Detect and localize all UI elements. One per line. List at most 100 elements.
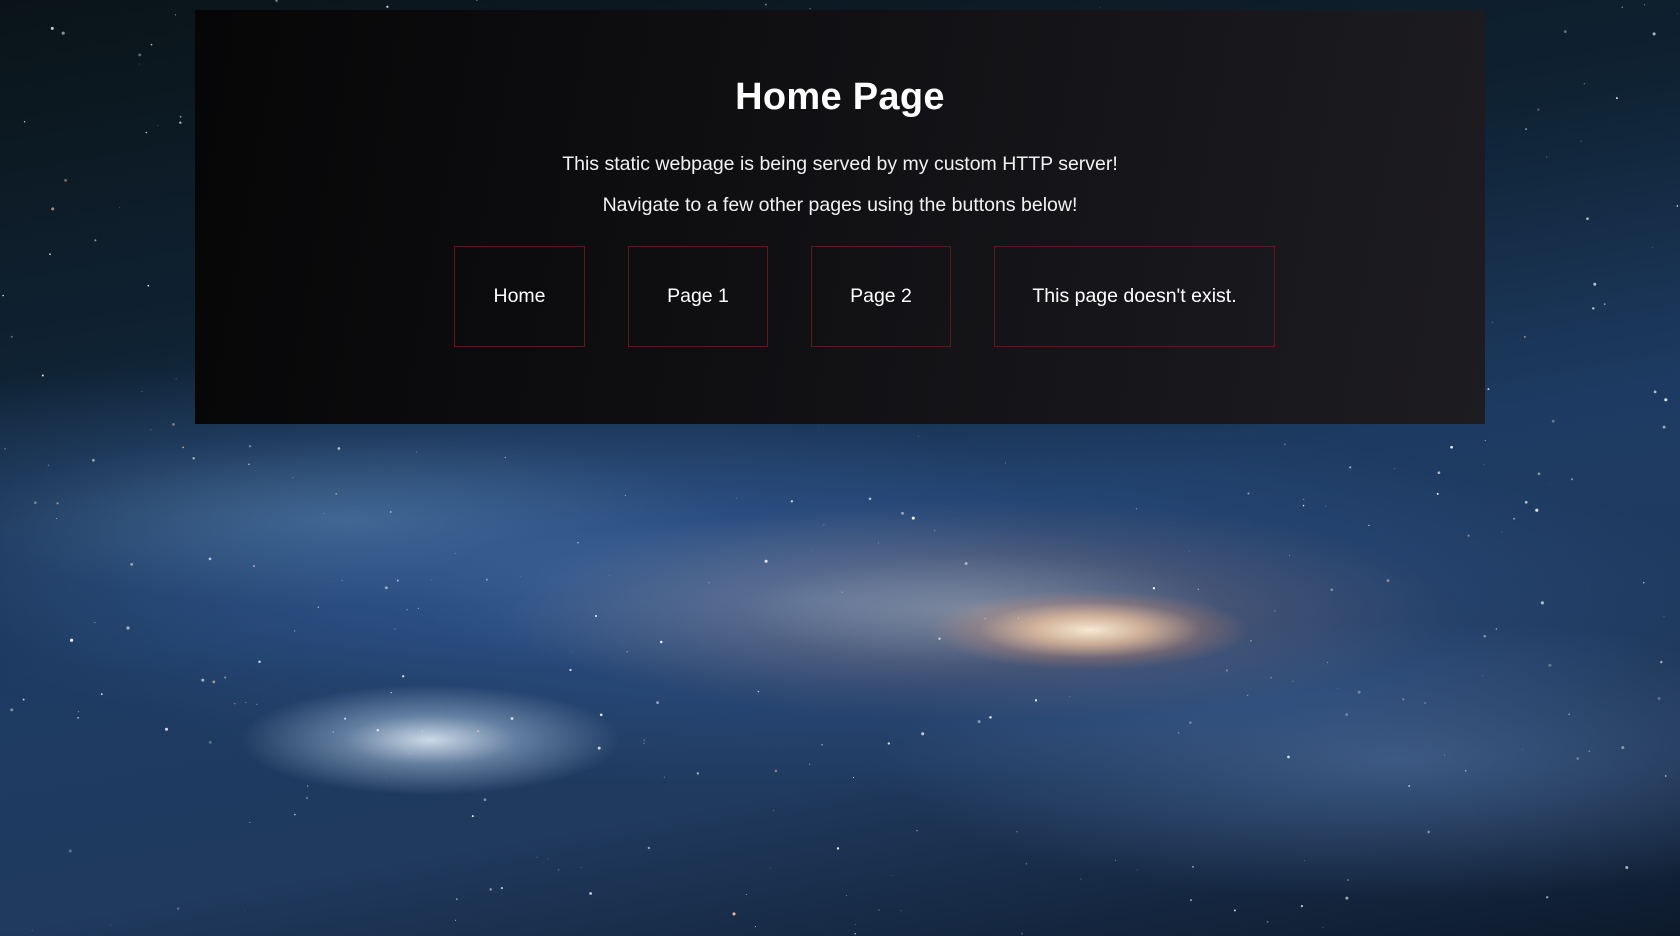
star xyxy=(212,680,216,684)
star xyxy=(248,445,252,448)
star xyxy=(989,716,992,719)
star xyxy=(1652,247,1653,249)
star xyxy=(659,640,663,644)
star xyxy=(1644,4,1646,6)
star xyxy=(475,0,478,1)
star xyxy=(1330,588,1334,592)
star xyxy=(1287,755,1290,759)
star xyxy=(47,464,50,467)
star xyxy=(769,867,771,869)
star xyxy=(182,446,185,449)
star xyxy=(1621,746,1625,750)
star xyxy=(1664,775,1667,777)
star xyxy=(1615,97,1618,100)
home-button[interactable]: Home xyxy=(454,246,585,347)
star xyxy=(454,552,456,554)
star xyxy=(841,591,843,593)
star xyxy=(1587,588,1589,590)
star xyxy=(934,530,936,532)
star xyxy=(1487,388,1490,391)
star xyxy=(307,785,309,787)
star xyxy=(663,776,665,778)
home-button-label: Home xyxy=(493,285,546,307)
star xyxy=(810,549,812,551)
star xyxy=(1580,140,1582,142)
star xyxy=(208,740,212,744)
star xyxy=(175,378,177,380)
star xyxy=(335,493,337,495)
star xyxy=(1583,82,1586,85)
star xyxy=(421,730,423,732)
star xyxy=(341,580,343,582)
page-description: This static webpage is being served by m… xyxy=(562,153,1118,175)
star xyxy=(1197,588,1199,590)
star xyxy=(1189,721,1192,724)
star xyxy=(1345,713,1349,716)
star xyxy=(33,501,37,505)
star xyxy=(557,869,560,871)
star xyxy=(485,578,488,581)
star xyxy=(855,924,857,926)
star xyxy=(1178,732,1180,734)
star xyxy=(1233,909,1236,912)
star xyxy=(1592,307,1595,310)
star xyxy=(1303,499,1305,500)
star xyxy=(409,753,411,755)
star xyxy=(1247,694,1249,696)
star xyxy=(130,563,134,566)
star xyxy=(836,847,840,850)
missing-page-button[interactable]: This page doesn't exist. xyxy=(994,246,1275,347)
star xyxy=(911,516,915,520)
star xyxy=(1325,505,1327,507)
star xyxy=(208,557,212,561)
star xyxy=(1495,628,1498,630)
page-2-button-label: Page 2 xyxy=(850,285,912,307)
star xyxy=(1586,217,1589,221)
star xyxy=(22,698,25,701)
star xyxy=(1302,504,1305,507)
page-1-button[interactable]: Page 1 xyxy=(628,246,768,347)
star xyxy=(809,763,811,765)
star xyxy=(157,124,159,126)
star xyxy=(150,429,152,431)
star xyxy=(94,622,96,624)
star xyxy=(417,607,419,609)
star xyxy=(757,690,760,693)
star xyxy=(977,720,981,724)
star xyxy=(877,542,879,544)
star xyxy=(1603,303,1606,305)
star xyxy=(56,502,59,505)
star xyxy=(64,179,67,182)
star xyxy=(1464,770,1467,772)
star xyxy=(294,813,296,816)
star xyxy=(1653,390,1657,394)
star xyxy=(1099,6,1100,8)
star xyxy=(394,628,396,630)
star xyxy=(489,888,492,891)
star xyxy=(774,769,778,773)
star xyxy=(1080,878,1082,880)
star xyxy=(1437,471,1441,475)
star xyxy=(938,637,941,640)
star xyxy=(1326,661,1329,664)
page-2-button[interactable]: Page 2 xyxy=(811,246,951,347)
star xyxy=(1657,697,1661,700)
star xyxy=(821,743,823,746)
star xyxy=(1662,425,1666,429)
content-panel: Home Page This static webpage is being s… xyxy=(195,10,1485,424)
star xyxy=(1546,156,1548,158)
star xyxy=(1676,205,1679,207)
star xyxy=(317,606,319,608)
star xyxy=(61,31,65,35)
star xyxy=(1549,484,1550,486)
star xyxy=(70,638,74,642)
star xyxy=(597,746,601,750)
star xyxy=(292,476,294,479)
star xyxy=(510,717,514,720)
star xyxy=(1025,863,1027,865)
star xyxy=(126,626,130,630)
star xyxy=(23,120,26,123)
star xyxy=(1349,466,1352,469)
star xyxy=(599,713,603,717)
star xyxy=(1016,831,1018,833)
